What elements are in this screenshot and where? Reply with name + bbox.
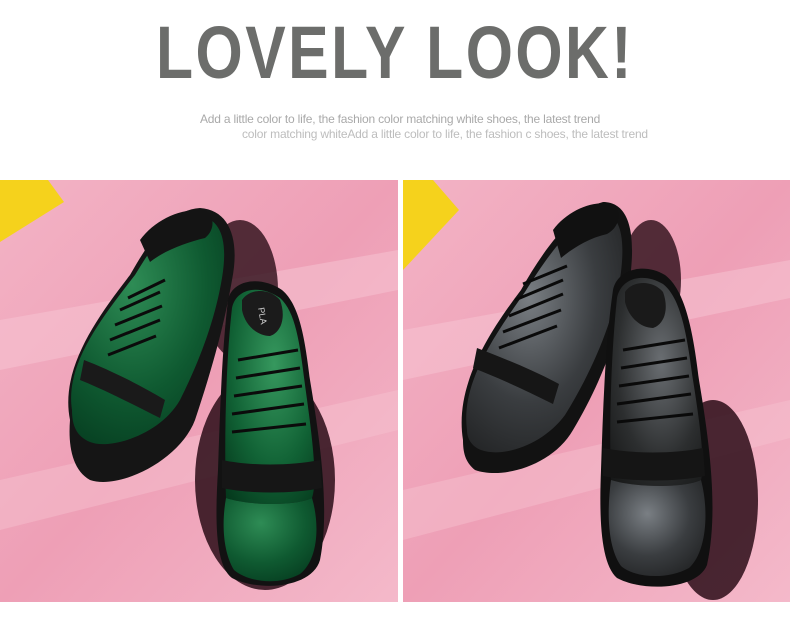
subtitle-line-1: Add a little color to life, the fashion … [200,112,601,126]
subtitle-line-2: color matching whiteAdd a little color t… [242,127,648,141]
page-title: LOVELY LOOK! [156,11,634,94]
black-shoes-photo [403,180,790,602]
green-shoes-photo: PLA [0,180,398,602]
